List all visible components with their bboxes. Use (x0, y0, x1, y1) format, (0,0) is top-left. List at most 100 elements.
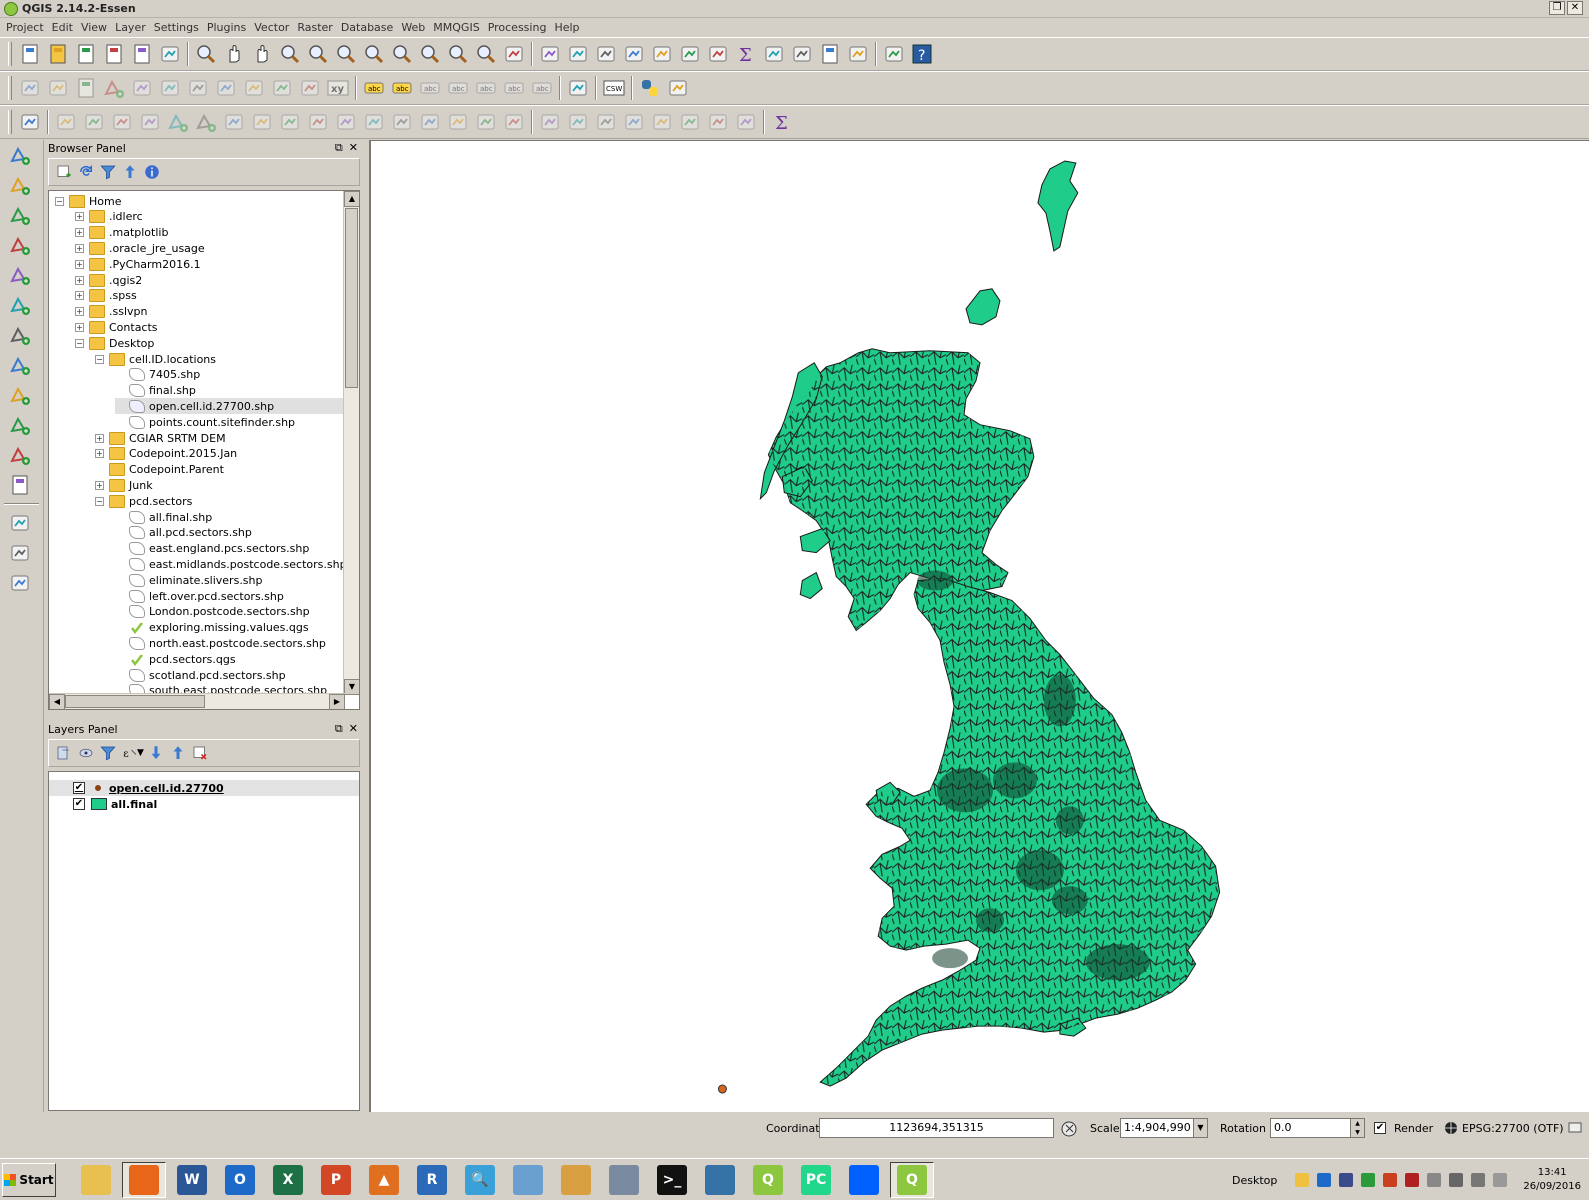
browser-tree-item[interactable]: − cell.ID.locations (95, 351, 349, 367)
menu-plugins[interactable]: Plugins (203, 21, 250, 34)
deselect-icon[interactable] (648, 40, 676, 68)
select-icon[interactable] (592, 40, 620, 68)
pan-to-selection-icon[interactable] (248, 40, 276, 68)
browser-tree-item[interactable]: eliminate.slivers.shp (115, 572, 349, 588)
delete-part-icon[interactable] (276, 108, 304, 136)
restore-window-icon[interactable]: ❐ (1549, 1, 1565, 15)
taskbar-app[interactable] (74, 1162, 118, 1198)
toolbar-grip[interactable] (8, 110, 12, 134)
browser-tree-item[interactable]: all.final.shp (115, 509, 349, 525)
new-project-icon[interactable] (16, 40, 44, 68)
select-by-value-icon[interactable] (620, 40, 648, 68)
simplify-icon[interactable] (136, 108, 164, 136)
add-ring-icon[interactable] (164, 108, 192, 136)
show-bookmarks-icon[interactable] (844, 40, 872, 68)
taskbar-app[interactable]: W (170, 1162, 214, 1198)
add-postgis-icon[interactable] (6, 201, 34, 229)
db-manager-icon[interactable] (564, 74, 592, 102)
zoom-last-icon[interactable] (444, 40, 472, 68)
save-edits-icon[interactable] (72, 74, 100, 102)
plugin-icon[interactable] (664, 74, 692, 102)
label-hide-icon[interactable]: abc (528, 74, 556, 102)
tray-office-icon[interactable] (1383, 1173, 1398, 1187)
menu-web[interactable]: Web (397, 21, 429, 34)
browser-vertical-scrollbar[interactable]: ▲ ▼ (343, 191, 359, 695)
xy-icon[interactable]: xy (324, 74, 352, 102)
align-icon[interactable] (536, 108, 564, 136)
expand-toggle-icon[interactable]: + (75, 228, 84, 238)
taskbar-app[interactable] (842, 1162, 886, 1198)
layer-row-all-final[interactable]: ✔ all.final (49, 796, 359, 812)
taskbar-app[interactable] (698, 1162, 742, 1198)
browser-tree-item[interactable]: east.midlands.postcode.sectors.shp (115, 556, 349, 572)
taskbar-app[interactable]: R (410, 1162, 454, 1198)
split-parts-icon[interactable] (388, 108, 416, 136)
zoom-to-selection-icon[interactable] (388, 40, 416, 68)
label-pin-icon[interactable]: abc (388, 74, 416, 102)
pan-icon[interactable] (220, 40, 248, 68)
browser-tree-item[interactable]: + .sslvpn (75, 304, 349, 320)
taskbar-app[interactable] (122, 1161, 166, 1198)
toggle-editing-icon[interactable] (44, 74, 72, 102)
layer-visibility-checkbox[interactable]: ✔ (73, 798, 85, 810)
composer-manager-icon[interactable] (156, 40, 184, 68)
start-button[interactable]: Start (2, 1162, 56, 1197)
label-show-icon[interactable]: abc (416, 74, 444, 102)
align-4-icon[interactable] (620, 108, 648, 136)
taskbar-app[interactable]: ▲ (362, 1162, 406, 1198)
merge-features-icon[interactable] (416, 108, 444, 136)
browser-tree-item[interactable]: points.count.sitefinder.shp (115, 414, 349, 430)
browser-tree-item[interactable]: − pcd.sectors (95, 493, 349, 509)
map-canvas[interactable] (369, 140, 1589, 1112)
python-icon[interactable] (636, 74, 664, 102)
touch-zoom-icon[interactable] (192, 40, 220, 68)
add-virtual-icon[interactable] (6, 441, 34, 469)
measure-icon[interactable] (760, 40, 788, 68)
new-bookmark-icon[interactable] (816, 40, 844, 68)
field-calculator-icon[interactable] (704, 40, 732, 68)
collapse-toggle-icon[interactable]: − (55, 196, 64, 206)
undo-icon[interactable] (80, 108, 108, 136)
tray-flag-icon[interactable] (1493, 1173, 1508, 1187)
zoom-out-icon[interactable] (304, 40, 332, 68)
close-panel-icon[interactable]: ✕ (349, 722, 358, 736)
rotation-spinbox[interactable]: 0.0 ▲ ▼ (1270, 1118, 1365, 1138)
curve-icon[interactable] (500, 108, 528, 136)
zoom-full-icon[interactable] (360, 40, 388, 68)
label-rotate-icon[interactable]: abc (472, 74, 500, 102)
csw-icon[interactable]: CSW (600, 74, 628, 102)
add-spatialite-icon[interactable] (6, 231, 34, 259)
render-checkbox[interactable]: ✔ (1374, 1122, 1386, 1134)
taskbar-app[interactable]: P (314, 1162, 358, 1198)
browser-tree-item[interactable]: east.england.pcs.sectors.shp (115, 541, 349, 557)
scroll-down-arrow-icon[interactable]: ▼ (344, 679, 359, 695)
menu-processing[interactable]: Processing (484, 21, 551, 34)
rotate-symbols-icon[interactable] (472, 108, 500, 136)
label-change-icon[interactable]: abc (500, 74, 528, 102)
expand-toggle-icon[interactable]: + (75, 307, 84, 317)
menu-project[interactable]: Project (2, 21, 48, 34)
browser-tree-item[interactable]: pcd.sectors.qgs (115, 651, 349, 667)
toggle-extents-mouse-icon[interactable] (1060, 1120, 1078, 1138)
crs-globe-icon[interactable] (1444, 1121, 1458, 1135)
georeferencer-icon[interactable] (6, 509, 34, 537)
zoom-native-icon[interactable] (332, 40, 360, 68)
browser-tree-item[interactable]: all.pcd.sectors.shp (115, 525, 349, 541)
zoom-to-layer-icon[interactable] (416, 40, 444, 68)
crs-status[interactable]: EPSG:27700 (OTF) (1462, 1122, 1564, 1135)
browser-tree-item[interactable]: + Contacts (75, 319, 349, 335)
lower-icon[interactable] (676, 108, 704, 136)
new-print-composer-icon[interactable] (128, 40, 156, 68)
menu-edit[interactable]: Edit (48, 21, 77, 34)
browser-tree[interactable]: − Home + .idlerc + .matplotlib + .oracle_jre_us… (48, 190, 360, 710)
scroll-up-arrow-icon[interactable]: ▲ (344, 191, 359, 207)
align-2-icon[interactable] (564, 108, 592, 136)
taskbar-app[interactable] (602, 1162, 646, 1198)
expand-all-icon[interactable] (145, 742, 167, 764)
offset-curve-icon[interactable] (332, 108, 360, 136)
browser-tree-item[interactable]: + .idlerc (75, 209, 349, 225)
expand-toggle-icon[interactable]: + (75, 275, 84, 285)
browser-tree-item[interactable]: exploring.missing.values.qgs (115, 620, 349, 636)
expand-toggle-icon[interactable]: + (95, 449, 104, 459)
float-panel-icon[interactable]: ⧉ (335, 722, 343, 736)
